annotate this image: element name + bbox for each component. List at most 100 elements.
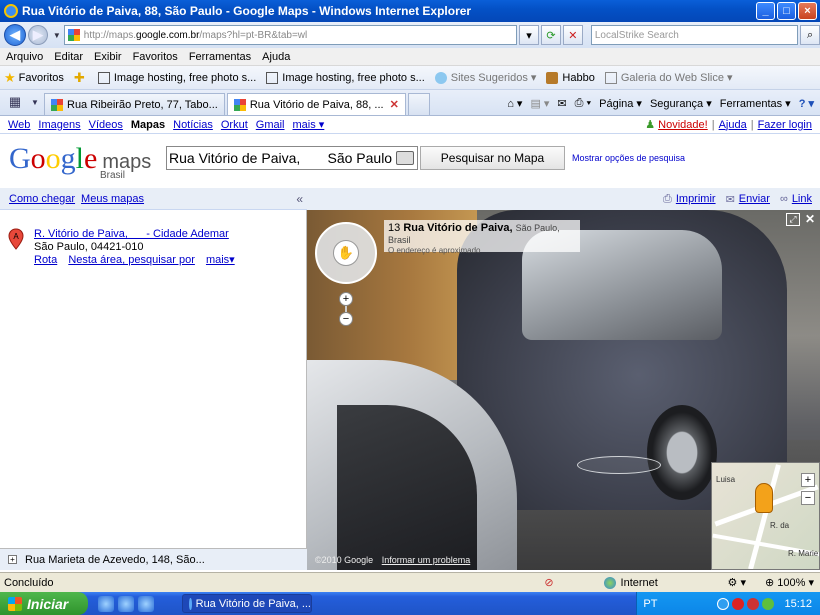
address-dropdown-icon[interactable]: ▾ bbox=[519, 25, 539, 45]
menu-favoritos[interactable]: Favoritos bbox=[133, 51, 178, 63]
favorite-habbo[interactable]: Habbo bbox=[546, 71, 595, 84]
keyboard-icon[interactable] bbox=[396, 151, 414, 165]
sv-pan-control[interactable]: ✋ bbox=[315, 222, 377, 284]
help-link[interactable]: Ajuda bbox=[719, 119, 747, 131]
send-icon[interactable]: ✉ bbox=[726, 193, 735, 206]
get-directions-link[interactable]: Como chegar bbox=[9, 193, 75, 205]
tab-list-dropdown-icon[interactable]: ▼ bbox=[30, 92, 40, 112]
security-zone[interactable]: Internet bbox=[603, 576, 724, 589]
tools-menu[interactable]: Ferramentas ▾ bbox=[720, 97, 791, 110]
new-tab-button[interactable] bbox=[407, 93, 430, 115]
novidade-link[interactable]: Novidade! bbox=[658, 119, 708, 131]
feeds-icon[interactable]: ▤ ▾ bbox=[530, 97, 549, 110]
gbar-right: ♟ Novidade! | Ajuda | Fazer login bbox=[645, 118, 812, 132]
security-menu[interactable]: Segurança ▾ bbox=[650, 97, 712, 110]
page-menu[interactable]: Página ▾ bbox=[599, 97, 642, 110]
forward-button[interactable]: ▶ bbox=[27, 25, 48, 45]
gbar-more[interactable]: mais ▾ bbox=[293, 118, 325, 131]
gbar-web[interactable]: Web bbox=[8, 119, 30, 131]
favorite-item-2[interactable]: Image hosting, free photo s... bbox=[266, 71, 425, 84]
collapse-panel-icon[interactable]: « bbox=[296, 192, 303, 206]
search-map-button[interactable]: Pesquisar no Mapa bbox=[420, 146, 565, 170]
result-title-link[interactable]: R. Vitório de Paiva, - Cidade Ademar bbox=[34, 228, 229, 240]
search-placeholder: LocalStrike Search bbox=[594, 29, 679, 41]
sv-address-number: 13 bbox=[388, 222, 401, 234]
marker-a-icon[interactable]: A bbox=[8, 228, 24, 250]
tab-rua-vitorio-de-paiva[interactable]: Rua Vitório de Paiva, 88, ... ✕ bbox=[226, 93, 406, 115]
search-input[interactable]: LocalStrike Search bbox=[590, 25, 799, 45]
menu-ferramentas[interactable]: Ferramentas bbox=[189, 51, 251, 63]
add-favorite-icon[interactable]: ✚ bbox=[74, 70, 88, 86]
gbar-orkut[interactable]: Orkut bbox=[221, 119, 248, 131]
menu-ajuda[interactable]: Ajuda bbox=[262, 51, 290, 63]
url-path: /maps?hl=pt-BR&tab=wl bbox=[199, 29, 308, 41]
sv-close-icon[interactable]: ✕ bbox=[805, 212, 815, 226]
tray-icon-3[interactable] bbox=[747, 597, 760, 610]
print-icon[interactable]: ⎙ ▾ bbox=[575, 97, 591, 110]
print-link[interactable]: Imprimir bbox=[676, 193, 716, 205]
route-link[interactable]: Rota bbox=[34, 254, 57, 266]
favorites-button[interactable]: ★ Favoritos bbox=[4, 70, 64, 86]
language-indicator[interactable]: PT bbox=[643, 598, 657, 610]
google-maps-logo[interactable]: Google maps bbox=[9, 142, 151, 176]
report-problem-link[interactable]: Informar um problema bbox=[382, 555, 471, 565]
street-view-minimap[interactable]: Luisa R. Marie R. da + − bbox=[711, 462, 820, 570]
nearby-search-link[interactable]: Nesta área, pesquisar por bbox=[68, 254, 195, 266]
link-link[interactable]: Link bbox=[792, 193, 812, 205]
back-button[interactable]: ◀ bbox=[4, 24, 26, 46]
tab-rua-ribeirao-preto[interactable]: Rua Ribeirão Preto, 77, Tabo... bbox=[44, 93, 225, 115]
protected-mode-icon[interactable]: ⚙ ▾ bbox=[728, 576, 746, 589]
pegman-icon[interactable] bbox=[755, 483, 773, 513]
maximize-button[interactable]: □ bbox=[777, 2, 796, 20]
home-icon[interactable]: ⌂ ▾ bbox=[507, 97, 522, 110]
start-button[interactable]: Iniciar bbox=[0, 592, 88, 615]
close-button[interactable]: × bbox=[798, 2, 817, 20]
mm-zoom-out-button[interactable]: − bbox=[801, 491, 815, 505]
print-icon[interactable]: ⎙ bbox=[663, 193, 672, 206]
street-view-panorama[interactable]: 13 Rua Vitório de Paiva, São Paulo, Bras… bbox=[307, 210, 820, 570]
my-maps-link[interactable]: Meus mapas bbox=[81, 193, 144, 205]
sv-zoom-in-button[interactable]: + bbox=[339, 292, 353, 306]
link-icon[interactable]: ∞ bbox=[780, 193, 788, 205]
ie-quicklaunch-icon[interactable] bbox=[98, 595, 114, 612]
history-dropdown-icon[interactable]: ▼ bbox=[53, 31, 61, 40]
menu-exibir[interactable]: Exibir bbox=[94, 51, 122, 63]
stop-icon[interactable]: ✕ bbox=[562, 25, 583, 45]
minimize-button[interactable]: _ bbox=[756, 2, 775, 20]
login-link[interactable]: Fazer login bbox=[758, 119, 812, 131]
favorite-suggested-sites[interactable]: Sites Sugeridos ▾ bbox=[434, 71, 536, 84]
tray-icon-2[interactable] bbox=[732, 597, 745, 610]
gbar-videos[interactable]: Vídeos bbox=[89, 119, 123, 131]
ie2-quicklaunch-icon[interactable] bbox=[138, 595, 154, 612]
mail-icon[interactable]: ✉ bbox=[557, 97, 566, 110]
tray-icon-4[interactable] bbox=[762, 597, 775, 610]
favorite-item-1[interactable]: Image hosting, free photo s... bbox=[97, 71, 256, 84]
tray-icon-1[interactable] bbox=[717, 597, 730, 610]
send-link[interactable]: Enviar bbox=[739, 193, 770, 205]
close-tab-icon[interactable]: ✕ bbox=[390, 98, 399, 111]
favorite-web-slice[interactable]: Galeria do Web Slice ▾ bbox=[604, 71, 733, 84]
quick-tabs-icon[interactable]: ▦ bbox=[4, 92, 26, 112]
popup-blocker-icon[interactable]: ⊘ bbox=[544, 576, 553, 589]
map-search-input[interactable]: Rua Vitório de Paiva, São Paulo bbox=[166, 146, 418, 170]
search-options-link[interactable]: Mostrar opções de pesquisa bbox=[572, 153, 685, 163]
sv-zoom-out-button[interactable]: − bbox=[339, 312, 353, 326]
desktop-quicklaunch-icon[interactable] bbox=[118, 595, 134, 612]
taskbar-item-ie[interactable]: Rua Vitório de Paiva, ... bbox=[182, 594, 312, 613]
expand-icon[interactable]: + bbox=[8, 555, 17, 564]
previous-search-item[interactable]: + Rua Marieta de Azevedo, 148, São... bbox=[0, 548, 307, 570]
address-input[interactable]: http://maps. google.com.br/maps?hl=pt-BR&… bbox=[63, 25, 518, 45]
menu-arquivo[interactable]: Arquivo bbox=[6, 51, 43, 63]
refresh-icon[interactable]: ⟳ bbox=[541, 25, 561, 45]
gbar-noticias[interactable]: Notícias bbox=[173, 119, 213, 131]
gbar-imagens[interactable]: Imagens bbox=[38, 119, 80, 131]
fullscreen-icon[interactable]: ⤢ bbox=[786, 213, 800, 226]
gbar-gmail[interactable]: Gmail bbox=[256, 119, 285, 131]
more-link[interactable]: mais▾ bbox=[206, 254, 235, 266]
hand-icon[interactable]: ✋ bbox=[333, 240, 359, 266]
mm-zoom-in-button[interactable]: + bbox=[801, 473, 815, 487]
zoom-level[interactable]: ⊕ 100% ▾ bbox=[746, 576, 814, 589]
menu-editar[interactable]: Editar bbox=[54, 51, 83, 63]
help-menu[interactable]: ? ▾ bbox=[799, 97, 814, 110]
search-icon[interactable]: ⌕ bbox=[800, 25, 820, 45]
